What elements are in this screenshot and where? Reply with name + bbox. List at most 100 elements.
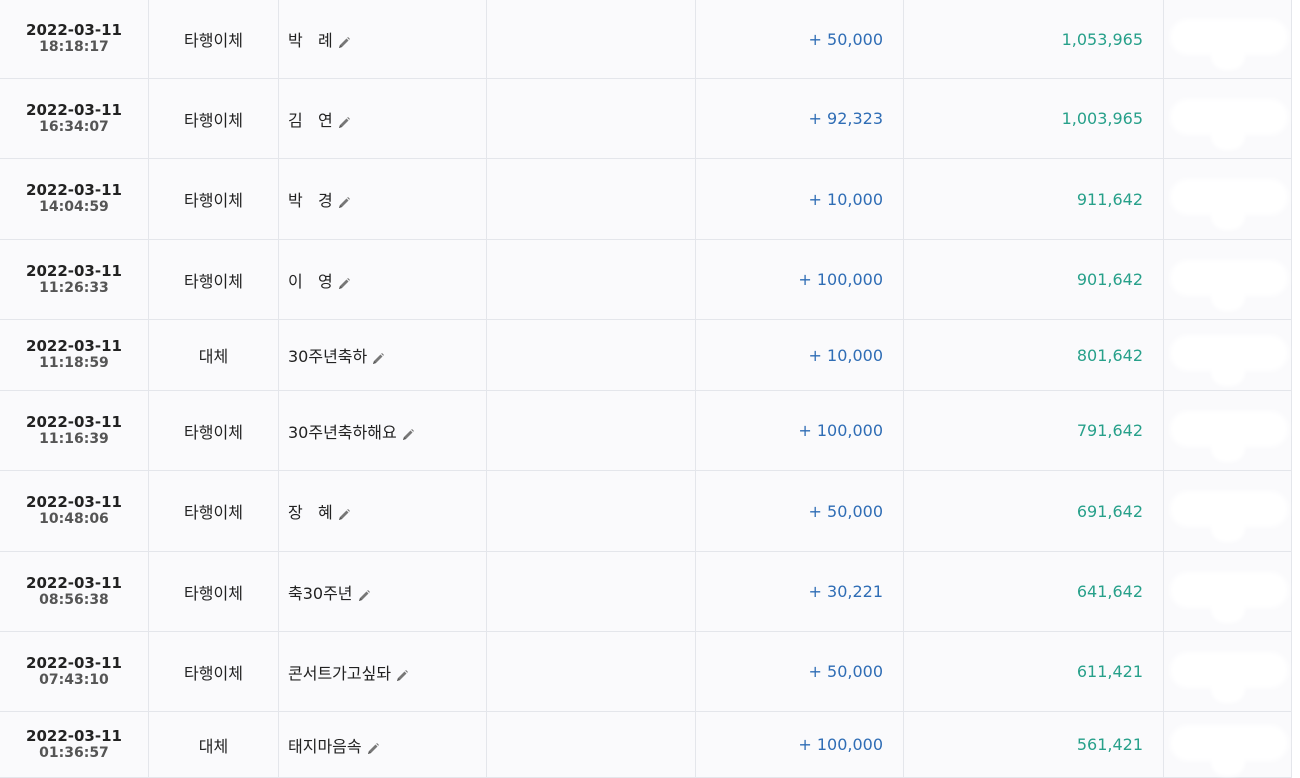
table-row[interactable]: 2022-03-11 16:34:07 타행이체 김 연 + 92,323 1,… — [0, 79, 1292, 159]
memo-cell: 박 경 — [279, 159, 487, 239]
datetime-cell: 2022-03-11 14:04:59 — [0, 159, 149, 239]
table-row[interactable]: 2022-03-11 10:48:06 타행이체 장 혜 + 50,000 69… — [0, 471, 1292, 552]
redaction-mark — [1214, 677, 1242, 700]
transaction-memo: 축30주년 — [288, 583, 353, 603]
balance-cell: 901,642 — [904, 240, 1164, 319]
transaction-date: 2022-03-11 — [26, 261, 122, 280]
transaction-time: 08:56:38 — [39, 591, 109, 608]
redaction-mark — [1214, 361, 1242, 383]
table-row[interactable]: 2022-03-11 11:26:33 타행이체 이 영 + 100,000 9… — [0, 240, 1292, 320]
redaction-mark — [1214, 285, 1242, 308]
transaction-memo: 김 연 — [288, 110, 333, 130]
balance-cell: 561,421 — [904, 712, 1164, 777]
table-row[interactable]: 2022-03-11 08:56:38 타행이체 축30주년 + 30,221 … — [0, 552, 1292, 632]
transaction-time: 16:34:07 — [39, 118, 109, 135]
transaction-date: 2022-03-11 — [26, 100, 122, 119]
amount-cell: + 92,323 — [696, 79, 904, 158]
transaction-date: 2022-03-11 — [26, 337, 122, 355]
transaction-type: 타행이체 — [184, 271, 243, 291]
transaction-time: 01:36:57 — [39, 744, 109, 761]
memo-cell: 축30주년 — [279, 552, 487, 631]
table-row[interactable]: 2022-03-11 11:18:59 대체 30주년축하 + 10,000 8… — [0, 320, 1292, 391]
redaction-mark — [1214, 597, 1242, 620]
memo-cell: 이 영 — [279, 240, 487, 319]
type-cell: 타행이체 — [149, 79, 279, 158]
amount-cell: + 100,000 — [696, 240, 904, 319]
transaction-date: 2022-03-11 — [26, 653, 122, 672]
pencil-icon[interactable] — [337, 115, 351, 129]
pencil-icon[interactable] — [371, 351, 385, 365]
memo-cell: 김 연 — [279, 79, 487, 158]
memo-cell: 박 례 — [279, 0, 487, 78]
redaction-mark — [1214, 45, 1242, 67]
redacted-cell — [1164, 320, 1292, 390]
pencil-icon[interactable] — [366, 741, 380, 755]
transaction-balance: 901,642 — [1076, 270, 1143, 289]
table-row[interactable]: 2022-03-11 14:04:59 타행이체 박 경 + 10,000 91… — [0, 159, 1292, 240]
transaction-time: 14:04:59 — [39, 199, 109, 215]
type-cell: 타행이체 — [149, 552, 279, 631]
redacted-cell — [1164, 240, 1292, 319]
pencil-icon[interactable] — [337, 35, 351, 49]
memo-cell: 30주년축하 — [279, 320, 487, 390]
balance-cell: 641,642 — [904, 552, 1164, 631]
transaction-date: 2022-03-11 — [26, 493, 122, 511]
datetime-cell: 2022-03-11 11:18:59 — [0, 320, 149, 390]
empty-cell — [487, 320, 696, 390]
pencil-icon[interactable] — [357, 588, 371, 602]
pencil-icon[interactable] — [337, 276, 351, 290]
transaction-memo: 박 례 — [288, 31, 333, 50]
transaction-type: 타행이체 — [184, 503, 243, 522]
empty-cell — [487, 240, 696, 319]
memo-cell: 태지마음속 — [279, 712, 487, 777]
redacted-cell — [1164, 471, 1292, 551]
pencil-icon[interactable] — [337, 195, 351, 209]
datetime-cell: 2022-03-11 16:34:07 — [0, 79, 149, 158]
transaction-amount: + 10,000 — [808, 345, 883, 365]
balance-cell: 791,642 — [904, 391, 1164, 470]
transaction-type: 대체 — [198, 347, 229, 366]
transaction-balance: 1,053,965 — [1061, 29, 1143, 49]
datetime-cell: 2022-03-11 11:26:33 — [0, 240, 149, 319]
redacted-cell — [1164, 0, 1292, 78]
balance-cell: 691,642 — [904, 471, 1164, 551]
datetime-cell: 2022-03-11 10:48:06 — [0, 471, 149, 551]
transaction-time: 11:18:59 — [39, 355, 109, 371]
transaction-time: 11:26:33 — [39, 279, 109, 296]
table-row[interactable]: 2022-03-11 18:18:17 타행이체 박 례 + 50,000 1,… — [0, 0, 1292, 79]
type-cell: 타행이체 — [149, 159, 279, 239]
transaction-type: 타행이체 — [184, 110, 243, 130]
transaction-amount: + 100,000 — [798, 421, 883, 440]
datetime-cell: 2022-03-11 01:36:57 — [0, 712, 149, 777]
datetime-cell: 2022-03-11 18:18:17 — [0, 0, 149, 78]
transaction-amount: + 50,000 — [808, 662, 883, 681]
type-cell: 타행이체 — [149, 471, 279, 551]
transaction-type: 타행이체 — [184, 663, 243, 683]
amount-cell: + 50,000 — [696, 0, 904, 78]
redaction-mark — [1214, 436, 1242, 459]
datetime-cell: 2022-03-11 11:16:39 — [0, 391, 149, 470]
transaction-type: 타행이체 — [184, 191, 243, 210]
empty-cell — [487, 471, 696, 551]
table-row[interactable]: 2022-03-11 01:36:57 대체 태지마음속 + 100,000 5… — [0, 712, 1292, 778]
pencil-icon[interactable] — [401, 427, 415, 441]
transaction-balance: 691,642 — [1076, 501, 1143, 521]
transaction-date: 2022-03-11 — [26, 726, 122, 745]
table-row[interactable]: 2022-03-11 11:16:39 타행이체 30주년축하해요 + 100,… — [0, 391, 1292, 471]
table-row[interactable]: 2022-03-11 07:43:10 타행이체 콘서트가고싶돠 + 50,00… — [0, 632, 1292, 712]
transaction-balance: 641,642 — [1076, 582, 1143, 601]
transaction-time: 11:16:39 — [39, 430, 109, 447]
transaction-balance: 911,642 — [1076, 189, 1143, 209]
transaction-balance: 791,642 — [1076, 421, 1143, 440]
transaction-time: 07:43:10 — [39, 671, 109, 688]
empty-cell — [487, 0, 696, 78]
transaction-amount: + 50,000 — [808, 501, 883, 521]
pencil-icon[interactable] — [395, 668, 409, 682]
memo-cell: 장 혜 — [279, 471, 487, 551]
pencil-icon[interactable] — [337, 507, 351, 521]
balance-cell: 1,053,965 — [904, 0, 1164, 78]
empty-cell — [487, 632, 696, 711]
transaction-time: 10:48:06 — [39, 511, 109, 527]
transaction-time: 18:18:17 — [39, 39, 109, 55]
datetime-cell: 2022-03-11 07:43:10 — [0, 632, 149, 711]
